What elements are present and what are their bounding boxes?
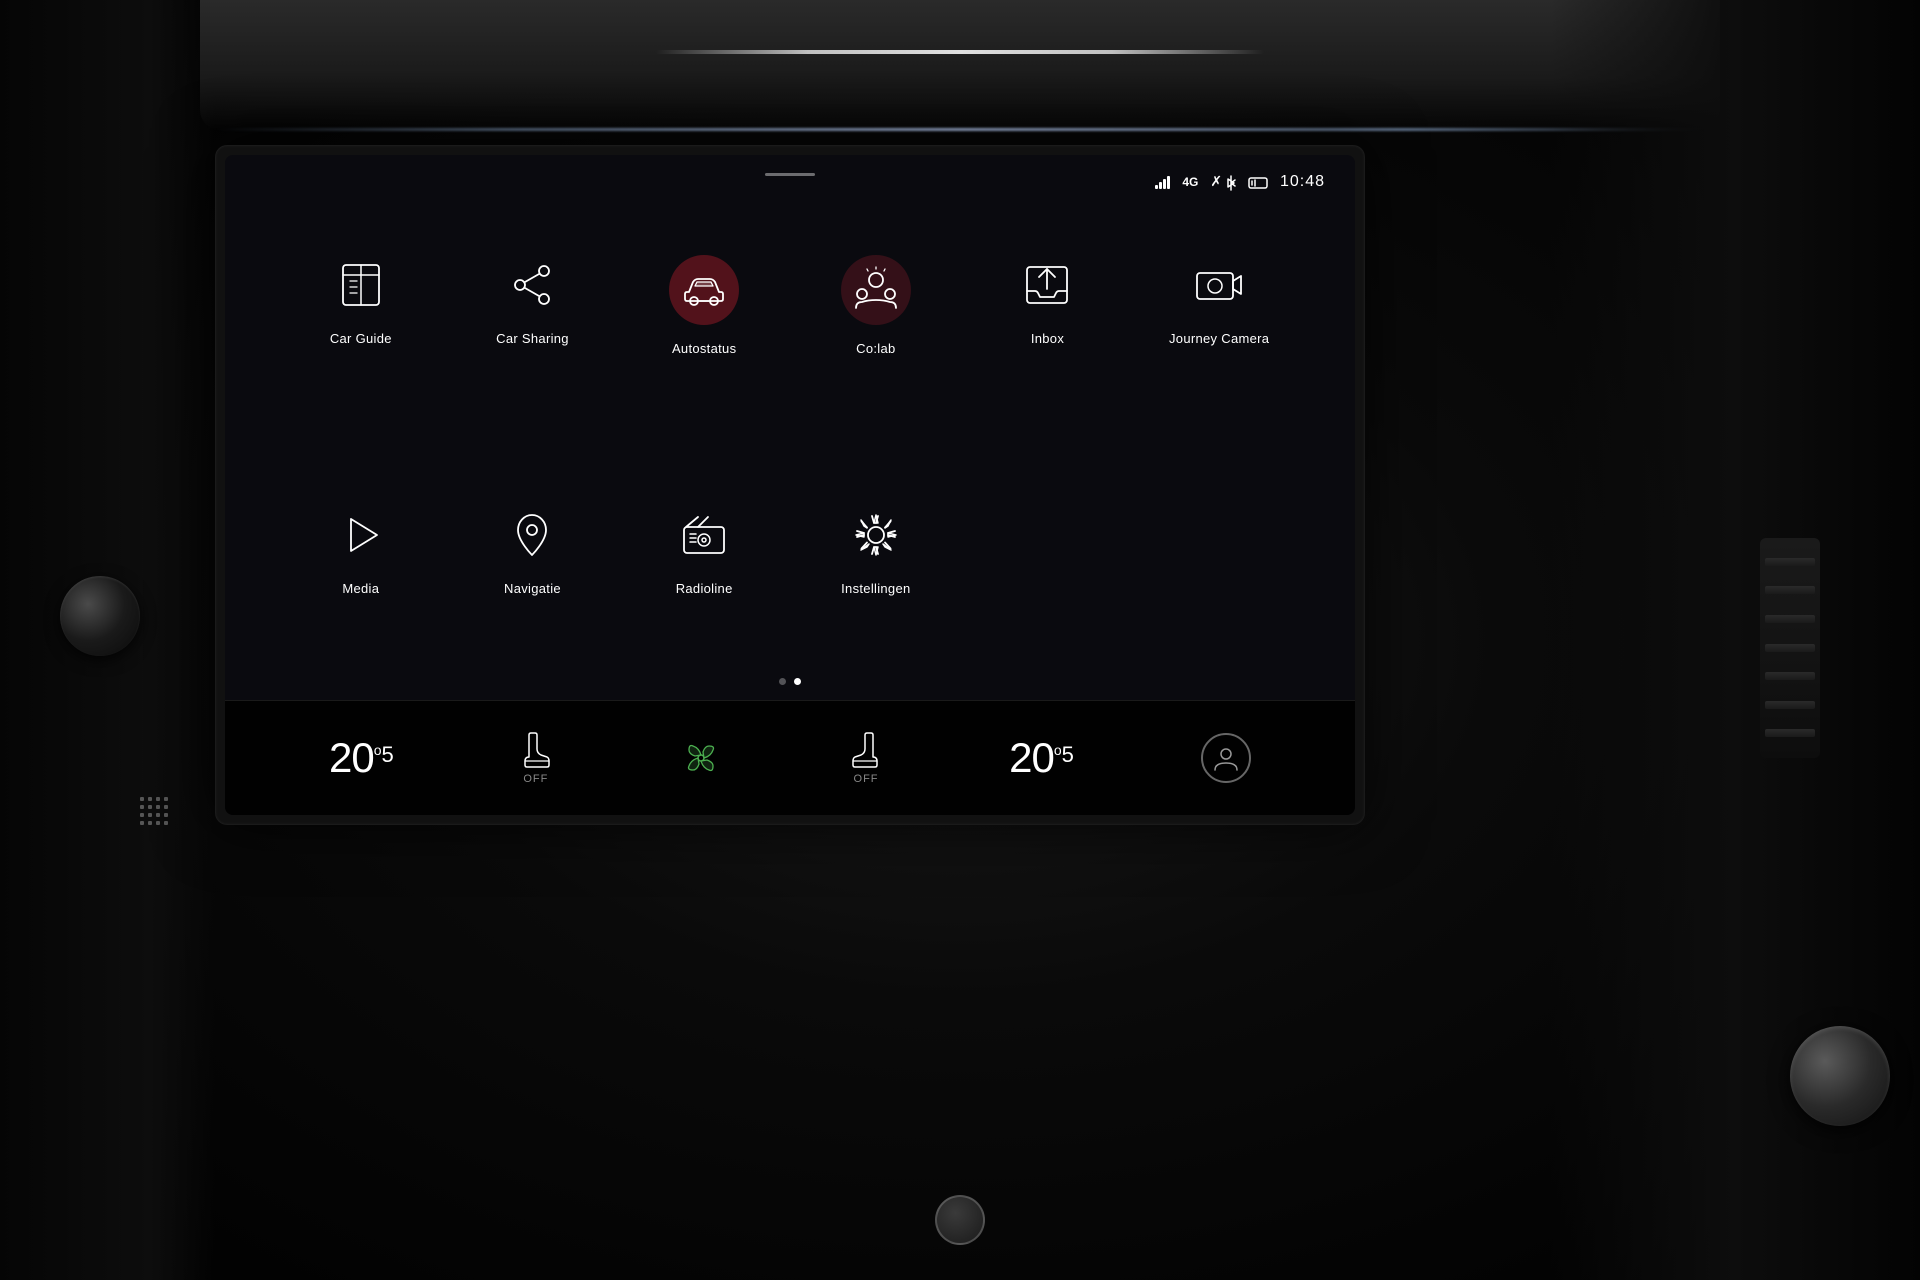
ambient-light-strip	[215, 128, 1705, 131]
climate-temp-left[interactable]: 20 o5	[329, 734, 393, 782]
signal-strength-icon	[1155, 175, 1170, 189]
temp-right-degree: o5	[1054, 742, 1073, 768]
inbox-label: Inbox	[1031, 331, 1064, 346]
climate-temp-right[interactable]: 20 o5	[1009, 734, 1073, 782]
seat-heat-left-label: OFF	[523, 773, 548, 785]
seat-heat-right-btn[interactable]: OFF	[851, 731, 881, 785]
media-label: Media	[342, 581, 379, 596]
book-icon	[335, 259, 387, 311]
page-indicators	[779, 678, 801, 685]
profile-icon-btn[interactable]	[1201, 733, 1251, 783]
play-icon	[335, 509, 387, 561]
radio-icon	[678, 509, 730, 561]
right-interior	[1550, 0, 1920, 1280]
autostatus-label: Autostatus	[672, 341, 736, 356]
app-media[interactable]: Media	[285, 485, 437, 616]
autostatus-icon-container	[669, 255, 739, 325]
seat-icon-right	[851, 731, 881, 769]
temp-right-value: 20	[1009, 734, 1054, 782]
car-guide-icon-container	[331, 255, 391, 315]
navigatie-label: Navigatie	[504, 581, 561, 596]
left-dots	[140, 797, 175, 832]
radioline-icon-container	[674, 505, 734, 565]
sync-icon	[1248, 175, 1268, 189]
left-knob[interactable]	[60, 576, 140, 656]
page-dot-2[interactable]	[794, 678, 801, 685]
share-icon	[506, 259, 558, 311]
scroll-indicator	[765, 173, 815, 176]
page-dot-1[interactable]	[779, 678, 786, 685]
app-empty-1	[972, 485, 1124, 616]
inbox-icon	[1021, 259, 1073, 311]
bluetooth-icon: ✗	[1210, 173, 1236, 190]
climate-bar: 20 o5 OFF	[225, 700, 1355, 815]
app-colab[interactable]: Co:lab	[800, 235, 952, 376]
fan-icon	[679, 736, 723, 780]
top-interior-bar	[200, 0, 1720, 130]
instellingen-icon-container	[846, 505, 906, 565]
app-grid-row1: Car Guide Car Sharing	[285, 215, 1295, 396]
media-icon-container	[331, 505, 391, 565]
inbox-icon-container	[1017, 255, 1077, 315]
location-icon	[506, 509, 558, 561]
temp-left-degree: o5	[374, 742, 393, 768]
radioline-label: Radioline	[676, 581, 733, 596]
app-instellingen[interactable]: Instellingen	[800, 485, 952, 616]
car-sharing-icon-container	[502, 255, 562, 315]
app-car-guide[interactable]: Car Guide	[285, 235, 437, 376]
right-knob[interactable]	[1790, 1026, 1890, 1126]
app-navigatie[interactable]: Navigatie	[457, 485, 609, 616]
seat-heat-left-btn[interactable]: OFF	[521, 731, 551, 785]
air-vent	[1760, 538, 1820, 758]
colab-icon-container	[841, 255, 911, 325]
car-sharing-label: Car Sharing	[496, 331, 569, 346]
app-inbox[interactable]: Inbox	[972, 235, 1124, 376]
app-radioline[interactable]: Radioline	[628, 485, 780, 616]
network-type-label: 4G	[1182, 175, 1198, 189]
left-interior	[0, 0, 215, 1280]
app-journey-camera[interactable]: Journey Camera	[1143, 235, 1295, 376]
journey-camera-label: Journey Camera	[1169, 331, 1269, 346]
navigatie-icon-container	[502, 505, 562, 565]
profile-icon	[1211, 743, 1241, 773]
settings-icon	[850, 509, 902, 561]
app-grid-row2: Media Navigatie	[285, 465, 1295, 636]
car-guide-label: Car Guide	[330, 331, 392, 346]
infotainment-screen: 4G ✗ 10:48	[225, 155, 1355, 815]
journey-camera-icon-container	[1189, 255, 1249, 315]
camera-icon	[1193, 259, 1245, 311]
temp-left-value: 20	[329, 734, 374, 782]
colab-label: Co:lab	[856, 341, 895, 356]
home-button[interactable]	[935, 1195, 985, 1245]
car-icon	[681, 272, 727, 308]
app-autostatus[interactable]: Autostatus	[628, 235, 780, 376]
colab-icon	[852, 266, 900, 314]
status-bar: 4G ✗ 10:48	[1155, 173, 1325, 191]
app-empty-2	[1143, 485, 1295, 616]
app-car-sharing[interactable]: Car Sharing	[457, 235, 609, 376]
time-display: 10:48	[1280, 173, 1325, 191]
seat-icon-left	[521, 731, 551, 769]
instellingen-label: Instellingen	[841, 581, 910, 596]
seat-heat-right-label: OFF	[854, 773, 879, 785]
fan-btn[interactable]	[679, 736, 723, 780]
